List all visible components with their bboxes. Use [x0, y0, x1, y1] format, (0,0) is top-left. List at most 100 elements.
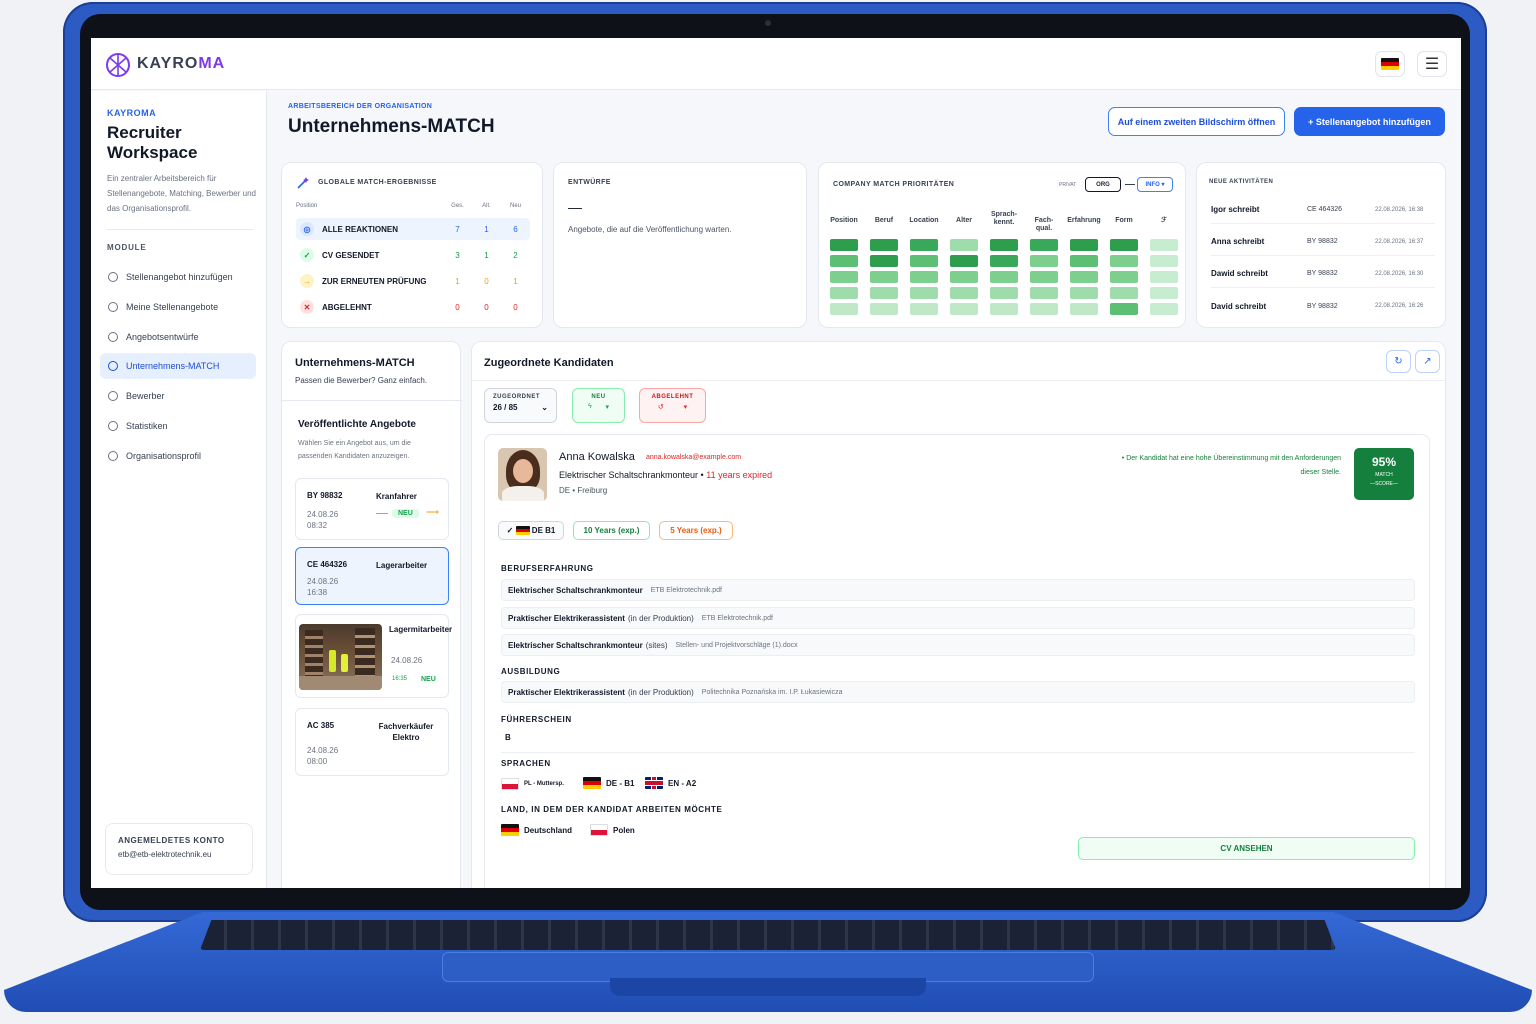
priority-cell[interactable]	[870, 255, 898, 267]
priority-cell[interactable]	[910, 287, 938, 299]
sidebar-item-company-match[interactable]: Unternehmens-MATCH	[100, 353, 256, 379]
org-toggle[interactable]: ORG	[1085, 177, 1121, 192]
offer-card[interactable]: BY 98832 Kranfahrer 24.08.26 08:32 NEU ⟶	[295, 478, 449, 540]
exp-sub: (sites)	[645, 640, 668, 650]
priority-cell[interactable]	[870, 303, 898, 315]
priority-cell[interactable]	[1110, 287, 1138, 299]
priority-cell[interactable]	[1030, 303, 1058, 315]
assigned-filter[interactable]: ZUGEORDNET 26 / 85 ⌄	[484, 388, 557, 423]
drafts-text: Angebote, die auf die Veröffentlichung w…	[568, 225, 732, 234]
priority-cell[interactable]	[910, 303, 938, 315]
offer-card-selected[interactable]: CE 464326 Lagerarbeiter 24.08.26 16:38	[295, 547, 449, 605]
candidate-email[interactable]: anna.kowalska@example.com	[646, 454, 741, 461]
priority-cell[interactable]	[1070, 303, 1098, 315]
expand-button[interactable]: ↗	[1415, 350, 1440, 373]
priority-cell[interactable]	[830, 255, 858, 267]
country-item: Polen	[590, 824, 635, 836]
priority-cell[interactable]	[1030, 271, 1058, 283]
experience-row[interactable]: Elektrischer Schaltschrankmonteur ETB Ele…	[501, 579, 1415, 601]
priority-cell[interactable]	[990, 271, 1018, 283]
priority-cell[interactable]	[910, 239, 938, 251]
priority-cell[interactable]	[1070, 287, 1098, 299]
activity-time: 22.08.2026, 16:26	[1375, 303, 1424, 309]
priority-cell[interactable]	[990, 287, 1018, 299]
sidebar-item-statistics[interactable]: Statistiken	[100, 413, 256, 439]
hamburger-menu-button[interactable]: ☰	[1417, 51, 1447, 77]
priority-cell[interactable]	[950, 271, 978, 283]
sidebar-item-label: Meine Stellenangebote	[126, 302, 219, 312]
activity-time: 22.08.2026, 16:37	[1375, 238, 1424, 245]
match-row-cv-sent[interactable]: ✓ CV GESENDET 3 1 2	[296, 244, 530, 266]
language-chip: ✓ DE B1	[498, 521, 564, 540]
logo-text[interactable]: KAYROMA	[137, 55, 225, 73]
priority-cell[interactable]	[910, 271, 938, 283]
priority-cell[interactable]	[1070, 255, 1098, 267]
activity-item[interactable]: David schreibt BY 98832 22.08.2026, 16:26	[1211, 292, 1435, 320]
priority-cell[interactable]	[990, 303, 1018, 315]
candidate-card: Anna Kowalska anna.kowalska@example.com …	[484, 434, 1430, 888]
priority-cell[interactable]	[1070, 271, 1098, 283]
activity-who: Anna schreibt	[1211, 237, 1265, 246]
offer-card[interactable]: AC 385 Fachverkäufer Elektro 24.08.26 08…	[295, 708, 449, 776]
priority-cell[interactable]	[830, 271, 858, 283]
priority-cell[interactable]	[870, 271, 898, 283]
priority-cell[interactable]	[910, 255, 938, 267]
priority-cell[interactable]	[830, 303, 858, 315]
priority-cell[interactable]	[1030, 239, 1058, 251]
rejected-filter[interactable]: ABGELEHNT ↺ ▾	[639, 388, 706, 423]
match-row-all[interactable]: ◎ ALLE REAKTIONEN 7 1 6	[296, 218, 530, 240]
priority-cell[interactable]	[990, 255, 1018, 267]
priority-cell[interactable]	[830, 239, 858, 251]
open-second-screen-button[interactable]: Auf einem zweiten Bildschirm öffnen	[1108, 107, 1285, 136]
priority-cell[interactable]	[950, 287, 978, 299]
logged-in-account[interactable]: ANGEMELDETES KONTO etb@etb-elektrotechni…	[105, 823, 253, 875]
sidebar-item-my-offers[interactable]: Meine Stellenangebote	[100, 294, 256, 320]
priority-cell[interactable]	[990, 239, 1018, 251]
activity-item[interactable]: Igor schreibt CE 464326 22.08.2026, 16:38	[1211, 196, 1435, 224]
flag-pl-icon	[590, 824, 608, 836]
sidebar-item-organization[interactable]: Organisationsprofil	[100, 443, 256, 469]
priority-cell[interactable]	[1110, 255, 1138, 267]
priority-column-label: Location	[909, 217, 939, 224]
priority-cell[interactable]	[1070, 239, 1098, 251]
priority-cell[interactable]	[830, 287, 858, 299]
activity-item[interactable]: Anna schreibt BY 98832 22.08.2026, 16:37	[1211, 228, 1435, 256]
new-filter[interactable]: NEU ϟ ▾	[572, 388, 625, 423]
education-row[interactable]: Praktischer Elektrikerassistent (in der P…	[501, 681, 1415, 703]
offer-card[interactable]: Lagermitarbeiter 24.08.26 16:35 NEU	[295, 614, 452, 698]
panel-title: Unternehmens-MATCH	[295, 357, 415, 369]
experience-row[interactable]: Elektrischer Schaltschrankmonteur (sites)…	[501, 634, 1415, 656]
add-offer-button[interactable]: + Stellenangebot hinzufügen	[1294, 107, 1445, 136]
priority-cell[interactable]	[950, 303, 978, 315]
priority-cell[interactable]	[870, 287, 898, 299]
priority-cell[interactable]	[1150, 271, 1178, 283]
language-item: EN - A2	[645, 777, 696, 789]
info-dropdown[interactable]: INFO ▾	[1137, 177, 1173, 192]
drafts-card[interactable]: ENTWÜRFE — Angebote, die auf die Veröffe…	[553, 162, 807, 328]
priority-cell[interactable]	[1150, 303, 1178, 315]
priority-cell[interactable]	[1150, 287, 1178, 299]
experience-row[interactable]: Praktischer Elektrikerassistent (in der P…	[501, 607, 1415, 629]
exp-title: Elektrischer Schaltschrankmonteur	[508, 640, 643, 650]
activity-item[interactable]: Dawid schreibt BY 98832 22.08.2026, 16:30	[1211, 260, 1435, 288]
exp-title: Praktischer Elektrikerassistent	[508, 613, 625, 623]
refresh-button[interactable]: ↻	[1386, 350, 1411, 373]
priority-cell[interactable]	[1150, 255, 1178, 267]
priority-cell[interactable]	[1110, 239, 1138, 251]
priority-cell[interactable]	[1030, 287, 1058, 299]
users-icon	[108, 391, 118, 401]
match-row-rejected[interactable]: ✕ ABGELEHNT 0 0 0	[296, 296, 530, 318]
priority-cell[interactable]	[950, 239, 978, 251]
priority-cell[interactable]	[1110, 303, 1138, 315]
priority-cell[interactable]	[1150, 239, 1178, 251]
priority-cell[interactable]	[950, 255, 978, 267]
priority-cell[interactable]	[870, 239, 898, 251]
sidebar-item-add-offer[interactable]: Stellenangebot hinzufügen	[100, 264, 256, 290]
sidebar-item-drafts[interactable]: Angebotsentwürfe	[100, 324, 256, 350]
match-row-review[interactable]: → ZUR ERNEUTEN PRÜFUNG 1 0 1	[296, 270, 530, 292]
language-switch-button[interactable]	[1375, 51, 1405, 77]
priority-cell[interactable]	[1030, 255, 1058, 267]
view-cv-button[interactable]: CV ANSEHEN	[1078, 837, 1415, 860]
priority-cell[interactable]	[1110, 271, 1138, 283]
sidebar-item-applicants[interactable]: Bewerber	[100, 383, 256, 409]
